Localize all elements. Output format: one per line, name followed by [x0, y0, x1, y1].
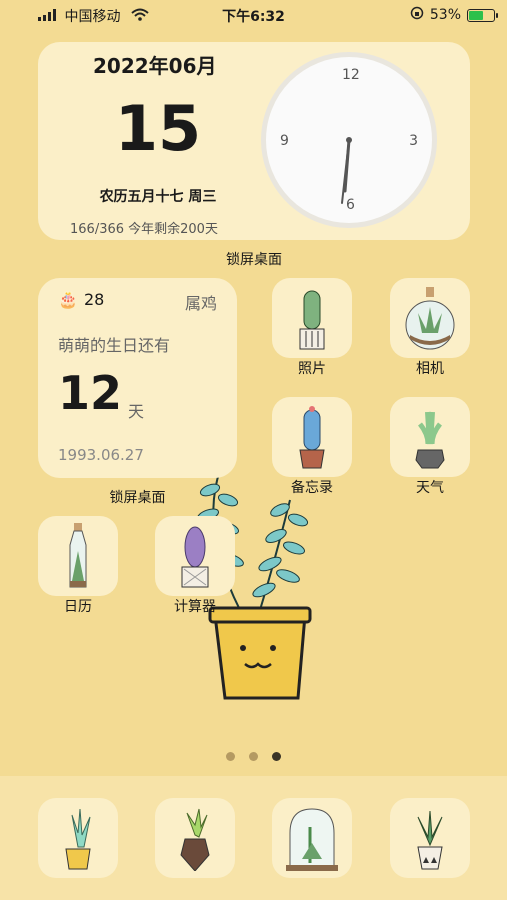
battery-status: 53%	[410, 6, 498, 24]
birthday-countdown-widget[interactable]: 🎂 28 属鸡 萌萌的生日还有 12 天 1993.06.27	[38, 278, 237, 478]
cake-icon: 🎂	[58, 290, 78, 309]
app-label-weather: 天气	[416, 480, 444, 496]
glass-dome-terrarium-icon	[286, 808, 338, 871]
widget-label-lock-2: 锁屏桌面	[109, 490, 166, 506]
app-label-calendar: 日历	[64, 599, 92, 615]
cactus-pot-icon	[272, 278, 352, 358]
year-month: 2022年06月	[93, 54, 217, 78]
page-dot-3[interactable]	[272, 752, 281, 761]
day-number: 15	[114, 92, 202, 165]
app-weather[interactable]: 天气	[390, 397, 470, 497]
clock-hands	[341, 137, 352, 204]
agave-triangle-pot-icon	[417, 810, 443, 870]
app-camera[interactable]: 相机	[390, 278, 470, 378]
app-notes[interactable]: 备忘录	[272, 397, 352, 497]
birthday-text: 萌萌的生日还有	[58, 336, 171, 355]
dock-app-2[interactable]	[155, 798, 235, 878]
blue-cactus-icon	[272, 397, 352, 477]
app-label-photos: 照片	[298, 361, 326, 377]
days-unit: 天	[128, 402, 145, 421]
dock	[0, 776, 507, 900]
battery-icon	[467, 8, 498, 22]
cake-count: 28	[84, 290, 105, 309]
app-label-camera: 相机	[416, 361, 444, 377]
succulent-hex-pot-icon	[390, 397, 470, 477]
orientation-lock-icon	[410, 6, 424, 24]
page-dot-1[interactable]	[226, 752, 235, 761]
page-dot-2[interactable]	[249, 752, 258, 761]
date-clock-widget[interactable]: 2022年06月 15 农历五月十七 周三 166/366 今年剩余200天 1…	[38, 42, 470, 240]
app-calculator[interactable]: 计算器	[155, 516, 235, 616]
widget-label-lock-1: 锁屏桌面	[226, 252, 282, 268]
status-bar: 中国移动 下午6:32 53%	[0, 0, 507, 30]
year-progress: 166/366 今年剩余200天	[70, 222, 218, 237]
battery-percent: 53%	[429, 7, 461, 23]
app-calendar[interactable]: 日历	[38, 516, 118, 616]
aloe-yellow-pot-icon	[65, 808, 91, 870]
terrarium-icon	[390, 278, 470, 358]
days-remaining: 12	[58, 366, 123, 420]
zodiac: 属鸡	[184, 294, 217, 313]
bottle-plant-icon	[38, 516, 118, 596]
app-photos[interactable]: 照片	[272, 278, 352, 378]
dock-app-4[interactable]	[390, 798, 470, 878]
analog-clock: 12 3 6 9	[261, 52, 437, 228]
page-indicator[interactable]	[0, 752, 507, 761]
birthday-date: 1993.06.27	[58, 446, 144, 464]
dock-app-1[interactable]	[38, 798, 118, 878]
purple-cactus-icon	[155, 516, 235, 596]
lunar-date: 农历五月十七 周三	[99, 189, 217, 205]
succulent-geo-pot-icon	[180, 808, 210, 871]
dock-app-3[interactable]	[272, 798, 352, 878]
app-label-notes: 备忘录	[291, 480, 333, 496]
app-label-calculator: 计算器	[174, 599, 216, 615]
